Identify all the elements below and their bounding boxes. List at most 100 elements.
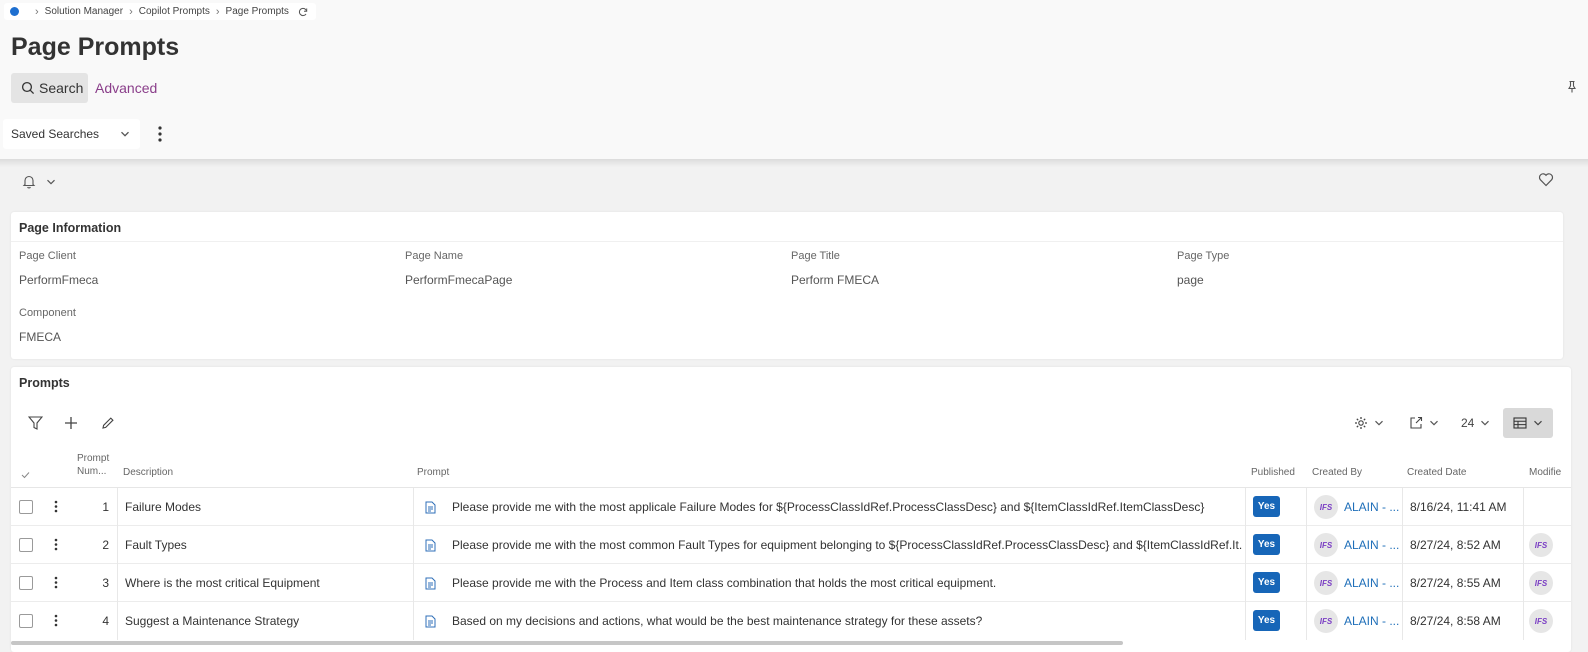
- prompt-cell: Please provide me with the most common F…: [452, 538, 1242, 552]
- modified-by-cell[interactable]: IFS: [1529, 526, 1559, 564]
- created-by-link[interactable]: ALAIN - ...: [1344, 500, 1399, 514]
- field-label-page-name: Page Name: [405, 250, 464, 262]
- column-header-prompt-number[interactable]: Prompt Num...: [77, 452, 117, 478]
- page-title: Page Prompts: [11, 33, 180, 61]
- created-by-link[interactable]: ALAIN - ...: [1344, 614, 1399, 628]
- created-date-cell: 8/27/24, 8:58 AM: [1410, 614, 1501, 628]
- column-divider: [1402, 602, 1403, 640]
- header-shadow: [0, 159, 1588, 167]
- column-divider: [1245, 602, 1246, 640]
- created-by-cell[interactable]: IFS ALAIN - ...: [1314, 602, 1402, 640]
- table-row[interactable]: 2 Fault Types Please provide me with the…: [11, 526, 1571, 564]
- search-button[interactable]: Search: [11, 73, 88, 103]
- panel-header: [11, 212, 1563, 242]
- column-header-description[interactable]: Description: [123, 466, 173, 479]
- field-value-page-name: PerformFmecaPage: [405, 273, 513, 287]
- breadcrumb-item-copilot-prompts[interactable]: Copilot Prompts: [139, 6, 210, 17]
- column-divider: [413, 602, 414, 640]
- kebab-icon[interactable]: [54, 576, 58, 589]
- column-divider: [1245, 564, 1246, 602]
- saved-searches-dropdown[interactable]: Saved Searches: [3, 119, 140, 149]
- document-icon[interactable]: [425, 564, 443, 602]
- column-header-modified[interactable]: Modifie: [1529, 466, 1561, 479]
- column-divider: [1245, 526, 1246, 564]
- kebab-icon[interactable]: [54, 614, 58, 627]
- pin-icon[interactable]: [1566, 80, 1578, 94]
- created-by-cell[interactable]: IFS ALAIN - ...: [1314, 488, 1402, 526]
- modified-by-cell[interactable]: IFS: [1529, 602, 1559, 640]
- prompt-number-cell: 1: [102, 500, 109, 514]
- created-by-cell[interactable]: IFS ALAIN - ...: [1314, 564, 1402, 602]
- created-by-link[interactable]: ALAIN - ...: [1344, 576, 1399, 590]
- field-value-page-type: page: [1177, 273, 1204, 287]
- table-icon: [1513, 417, 1527, 429]
- column-header-created-by[interactable]: Created By: [1312, 466, 1362, 479]
- row-checkbox[interactable]: [19, 500, 33, 514]
- table-row[interactable]: 3 Where is the most critical Equipment P…: [11, 564, 1571, 602]
- breadcrumb-item-solution-manager[interactable]: Solution Manager: [45, 6, 123, 17]
- column-header-created-date[interactable]: Created Date: [1407, 466, 1466, 479]
- search-icon: [21, 81, 39, 95]
- refresh-icon[interactable]: [298, 7, 308, 17]
- field-label-page-client: Page Client: [19, 250, 76, 262]
- field-value-component: FMECA: [19, 330, 61, 344]
- table-row[interactable]: 1 Failure Modes Please provide me with t…: [11, 488, 1571, 526]
- plus-icon[interactable]: [64, 416, 78, 430]
- kebab-icon[interactable]: [54, 500, 58, 513]
- settings-menu[interactable]: [1354, 416, 1384, 430]
- row-checkbox[interactable]: [19, 538, 33, 552]
- created-by-cell[interactable]: IFS ALAIN - ...: [1314, 526, 1402, 564]
- heart-icon[interactable]: [1538, 172, 1554, 187]
- avatar: IFS: [1314, 533, 1338, 557]
- bell-icon: [22, 174, 36, 189]
- table-view-button[interactable]: [1503, 408, 1553, 438]
- column-divider: [413, 526, 414, 564]
- filter-icon[interactable]: [28, 416, 43, 430]
- column-divider: [117, 602, 118, 640]
- kebab-icon[interactable]: [54, 538, 58, 551]
- page-size-dropdown[interactable]: 24: [1461, 416, 1490, 430]
- chevron-down-icon: [1480, 418, 1490, 428]
- avatar: IFS: [1529, 533, 1553, 557]
- column-divider: [413, 564, 414, 602]
- table-row[interactable]: 4 Suggest a Maintenance Strategy Based o…: [11, 602, 1571, 640]
- chevron-down-icon: [1429, 418, 1439, 428]
- column-header-published[interactable]: Published: [1251, 466, 1295, 479]
- horizontal-scrollbar[interactable]: [11, 641, 1123, 645]
- export-menu[interactable]: [1409, 416, 1439, 430]
- column-divider: [1523, 488, 1524, 526]
- prompt-cell: Based on my decisions and actions, what …: [452, 614, 983, 628]
- column-divider: [1306, 488, 1307, 526]
- chevron-right-icon: ›: [35, 5, 39, 18]
- column-header-prompt[interactable]: Prompt: [417, 466, 449, 479]
- prompt-number-cell: 4: [102, 614, 109, 628]
- chevron-down-icon: [1374, 418, 1384, 428]
- page-header: › Solution Manager › Copilot Prompts › P…: [0, 0, 1588, 160]
- select-all-check-icon[interactable]: [21, 471, 30, 479]
- field-label-page-type: Page Type: [1177, 250, 1230, 262]
- document-icon[interactable]: [425, 526, 443, 564]
- avatar: IFS: [1314, 571, 1338, 595]
- pencil-icon[interactable]: [101, 416, 115, 430]
- page-information-panel: Page Information Page Client PerformFmec…: [11, 212, 1563, 359]
- row-checkbox[interactable]: [19, 576, 33, 590]
- document-icon[interactable]: [425, 488, 443, 526]
- home-dot-icon[interactable]: [10, 7, 19, 16]
- gear-icon: [1354, 416, 1368, 430]
- document-icon[interactable]: [425, 602, 443, 640]
- published-badge: Yes: [1253, 610, 1280, 631]
- column-divider: [1402, 564, 1403, 602]
- advanced-search-link[interactable]: Advanced: [95, 80, 157, 96]
- row-checkbox[interactable]: [19, 614, 33, 628]
- kebab-icon[interactable]: [156, 125, 164, 143]
- search-button-label: Search: [39, 80, 84, 96]
- column-divider: [1523, 526, 1524, 564]
- notification-menu[interactable]: [22, 174, 56, 189]
- chevron-down-icon: [46, 177, 56, 187]
- modified-by-cell[interactable]: IFS: [1529, 564, 1559, 602]
- avatar: IFS: [1314, 609, 1338, 633]
- field-value-page-title: Perform FMECA: [791, 273, 880, 287]
- created-by-link[interactable]: ALAIN - ...: [1344, 538, 1399, 552]
- published-badge: Yes: [1253, 496, 1280, 517]
- prompts-panel: Prompts 24 Prompt Num... Description Pro…: [11, 367, 1571, 652]
